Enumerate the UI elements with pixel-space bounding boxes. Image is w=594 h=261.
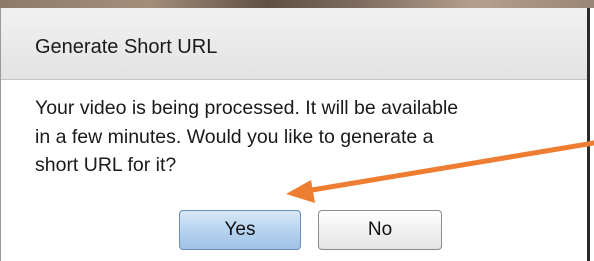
dialog-message-line: Your video is being processed. It will b… [35, 97, 459, 119]
no-button[interactable]: No [318, 210, 442, 250]
dialog-title: Generate Short URL [35, 36, 218, 58]
dialog-message-line: in a few minutes. Would you like to gene… [35, 125, 434, 148]
dialog-message-line: short URL for it? [35, 154, 177, 176]
background-strip [0, 0, 594, 8]
yes-button[interactable]: Yes [179, 210, 301, 250]
dialog-title-bar: Generate Short URL [1, 8, 587, 80]
generate-short-url-dialog: Generate Short URL Your video is being p… [0, 8, 590, 261]
dialog-message: Your video is being processed. It will b… [35, 94, 580, 180]
